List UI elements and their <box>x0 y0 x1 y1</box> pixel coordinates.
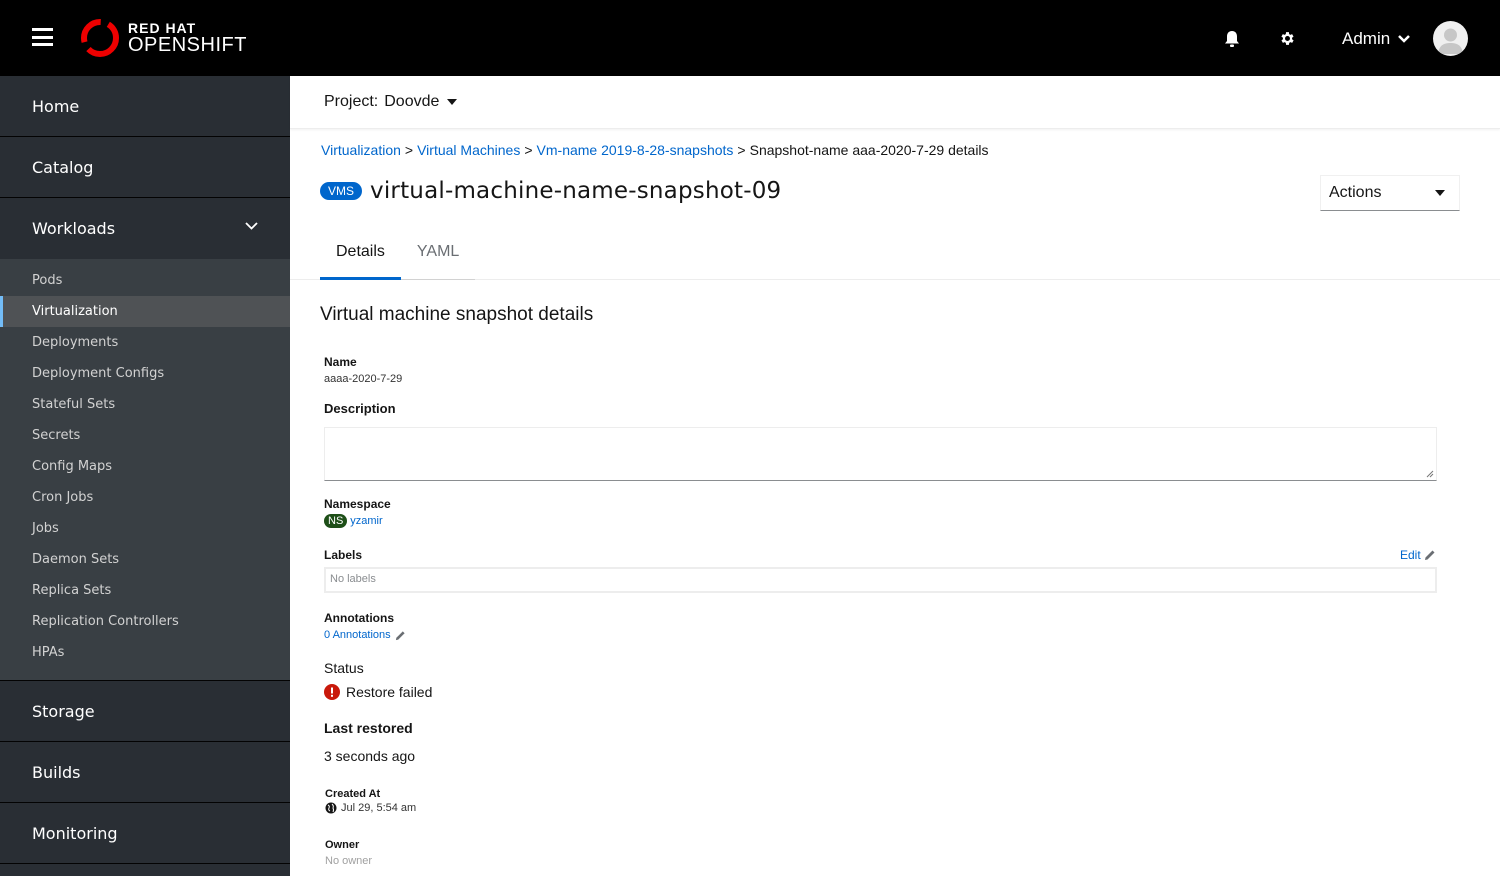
sidebar-item-label: Catalog <box>32 157 94 177</box>
sidebar-item-catalog[interactable]: Catalog <box>0 137 290 198</box>
sidebar-item-label: Workloads <box>32 219 116 238</box>
project-value: Doovde <box>384 93 440 110</box>
name-field: Name aaaa-2020-7-29 <box>324 355 402 385</box>
actions-dropdown[interactable]: Actions <box>1320 175 1460 211</box>
caret-down-icon <box>1435 190 1445 196</box>
error-circle-icon <box>324 684 340 700</box>
resource-badge: VMS <box>320 182 363 200</box>
breadcrumb-separator: > <box>524 142 533 158</box>
sidebar-item-replica-sets[interactable]: Replica Sets <box>0 575 290 606</box>
actions-label: Actions <box>1329 184 1382 201</box>
pencil-icon <box>1424 550 1435 560</box>
name-value: aaaa-2020-7-29 <box>324 373 403 385</box>
sidebar-item-workloads[interactable]: Workloads <box>0 198 290 259</box>
sidebar-item-daemon-sets[interactable]: Daemon Sets <box>0 544 290 575</box>
sidebar-item-virtualization[interactable]: Virtualization <box>0 296 290 327</box>
labels-label: Labels <box>324 548 363 562</box>
sidebar-item-stateful-sets[interactable]: Stateful Sets <box>0 389 290 420</box>
notifications-bell-icon[interactable] <box>1224 30 1240 48</box>
labels-field: Labels <box>324 548 362 562</box>
namespace-link[interactable]: yzamir <box>350 515 382 527</box>
annotations-link[interactable]: 0 Annotations <box>324 629 391 641</box>
sidebar-item-replication-controllers[interactable]: Replication Controllers <box>0 606 290 637</box>
name-label: Name <box>324 355 357 369</box>
namespace-badge: NS <box>324 514 348 528</box>
sidebar-item-pods[interactable]: Pods <box>0 265 290 296</box>
sidebar-item-label: Home <box>32 96 80 116</box>
edit-label: Edit <box>1400 548 1421 562</box>
section-title: Virtual machine snapshot details <box>320 304 594 325</box>
brand-line1: RED HAT <box>128 20 197 36</box>
sidebar-item-jobs[interactable]: Jobs <box>0 513 290 544</box>
user-menu[interactable]: Admin <box>1342 29 1411 49</box>
description-field: Description <box>324 401 396 416</box>
chevron-down-icon <box>245 222 258 230</box>
logo[interactable]: RED HAT OPENSHIFT <box>78 16 247 60</box>
user-avatar-icon <box>1438 28 1463 54</box>
avatar[interactable] <box>1433 21 1468 56</box>
sidebar-item-deployments[interactable]: Deployments <box>0 327 290 358</box>
last-restored-field: Last restored 3 seconds ago <box>324 720 415 764</box>
namespace-label: Namespace <box>324 497 391 511</box>
breadcrumb-separator: > <box>737 142 746 158</box>
sidebar-item-storage[interactable]: Storage <box>0 681 290 742</box>
pencil-icon[interactable] <box>395 630 406 641</box>
breadcrumb-separator: > <box>404 142 414 158</box>
sidebar-item-label: Storage <box>32 701 95 721</box>
owner-field: Owner No owner <box>325 839 372 867</box>
status-label: Status <box>324 660 364 676</box>
hamburger-menu-icon[interactable] <box>32 28 53 46</box>
labels-box[interactable]: No labels <box>324 567 1437 593</box>
description-label: Description <box>324 401 396 416</box>
sidebar-group-workloads: Workloads Pods Virtualization Deployment… <box>0 198 290 681</box>
status-field: Status Restore failed <box>324 660 432 700</box>
caret-down-icon <box>447 99 458 105</box>
sidebar-item-builds[interactable]: Builds <box>0 742 290 803</box>
page-header: VMS virtual-machine-name-snapshot-09 <box>320 178 781 204</box>
last-restored-value: 3 seconds ago <box>324 748 416 764</box>
breadcrumb-vm-snapshots[interactable]: Vm-name 2019-8-28-snapshots <box>537 142 734 158</box>
page-title: virtual-machine-name-snapshot-09 <box>370 178 782 204</box>
status-value: Restore failed <box>346 684 433 700</box>
user-name: Admin <box>1342 29 1391 48</box>
tab-yaml[interactable]: YAML <box>401 235 475 279</box>
tabs: Details YAML <box>320 235 476 280</box>
last-restored-label: Last restored <box>324 720 413 736</box>
sidebar-item-cron-jobs[interactable]: Cron Jobs <box>0 482 290 513</box>
globe-icon <box>325 802 337 814</box>
sidebar-item-secrets[interactable]: Secrets <box>0 420 290 451</box>
masthead: RED HAT OPENSHIFT Admin <box>0 0 1500 76</box>
sidebar-item-deployment-configs[interactable]: Deployment Configs <box>0 358 290 389</box>
sidebar-item-monitoring[interactable]: Monitoring <box>0 803 290 864</box>
sidebar-item-hpas[interactable]: HPAs <box>0 637 290 668</box>
resize-handle-icon[interactable] <box>1426 470 1434 478</box>
owner-value: No owner <box>325 855 373 867</box>
chevron-down-icon <box>1398 35 1411 43</box>
sidebar-item-home[interactable]: Home <box>0 76 290 137</box>
brand-line2: OPENSHIFT <box>128 34 247 56</box>
settings-gear-icon[interactable] <box>1279 30 1296 47</box>
labels-edit-button[interactable]: Edit <box>1400 548 1436 562</box>
created-at-field: Created At Jul 29, 5:54 am <box>325 788 416 814</box>
tab-details[interactable]: Details <box>320 235 401 280</box>
breadcrumb: Virtualization > Virtual Machines > Vm-n… <box>321 142 989 158</box>
breadcrumb-current: Snapshot-name aaa-2020-7-29 details <box>749 142 989 158</box>
breadcrumb-virtualization[interactable]: Virtualization <box>321 142 401 158</box>
project-selector[interactable]: Project: Doovde <box>290 76 1500 129</box>
created-at-value: Jul 29, 5:54 am <box>341 802 417 814</box>
sidebar-item-label: Monitoring <box>32 823 118 843</box>
annotations-field: Annotations 0 Annotations <box>324 611 406 641</box>
annotations-label: Annotations <box>324 611 394 625</box>
sidebar-item-label: Builds <box>32 762 81 782</box>
sidebar: Home Catalog Workloads Pods Virtualizati… <box>0 76 290 876</box>
created-at-label: Created At <box>325 788 381 800</box>
breadcrumb-virtual-machines[interactable]: Virtual Machines <box>417 142 520 158</box>
main-content: Project: Doovde Virtualization > Virtual… <box>290 76 1500 876</box>
openshift-logo-icon <box>81 19 119 57</box>
owner-label: Owner <box>325 839 360 851</box>
namespace-field: Namespace NS yzamir <box>324 497 391 528</box>
sidebar-item-config-maps[interactable]: Config Maps <box>0 451 290 482</box>
description-textarea[interactable] <box>324 427 1437 481</box>
project-label: Project: <box>324 93 379 110</box>
